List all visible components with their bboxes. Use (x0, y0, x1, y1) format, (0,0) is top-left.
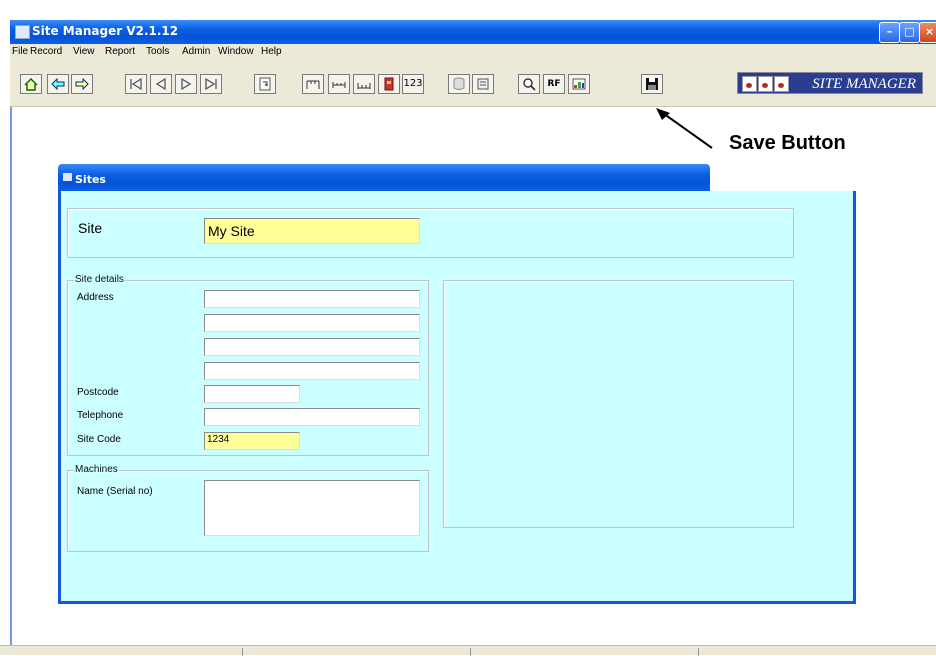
address-line-3-field[interactable] (204, 338, 420, 356)
machines-label: Name (Serial no) (77, 486, 153, 497)
annotation-label: Save Button (729, 132, 846, 154)
sites-window-titlebar[interactable]: Sites (58, 164, 710, 191)
site-code-label: Site Code (77, 434, 121, 445)
detail-panel (443, 280, 794, 528)
cherry-icon (742, 76, 757, 92)
site-details-legend: Site details (74, 274, 125, 285)
chart-icon[interactable] (568, 74, 590, 94)
last-record-icon[interactable] (200, 74, 222, 94)
next-record-icon[interactable] (175, 74, 197, 94)
telephone-field[interactable] (204, 408, 420, 426)
database-icon[interactable] (448, 74, 470, 94)
app-titlebar[interactable]: Site Manager V2.1.12 – □ × (10, 20, 936, 44)
minimize-icon[interactable]: – (879, 22, 900, 43)
home-icon[interactable] (20, 74, 42, 94)
maximize-icon[interactable]: □ (899, 22, 920, 43)
first-record-icon[interactable] (125, 74, 147, 94)
search-icon[interactable] (518, 74, 540, 94)
address-line-4-field[interactable] (204, 362, 420, 380)
site-group (67, 208, 794, 258)
save-icon[interactable] (641, 74, 663, 94)
window-icon (63, 173, 72, 181)
site-label: Site (78, 220, 103, 236)
book-icon[interactable] (378, 74, 400, 94)
cherry-icon (774, 76, 789, 92)
menu-tools[interactable]: Tools (146, 46, 169, 57)
mdi-border (10, 107, 12, 645)
site-code-field[interactable]: 1234 (204, 432, 300, 450)
menu-help[interactable]: Help (261, 46, 282, 57)
rule-icon-3[interactable] (353, 74, 375, 94)
postcode-field[interactable] (204, 385, 300, 403)
annotation-arrow (656, 108, 713, 149)
numbers-icon[interactable]: 123 (402, 74, 424, 94)
sites-window-title: Sites (75, 173, 106, 186)
previous-record-icon[interactable] (150, 74, 172, 94)
address-line-1-field[interactable] (204, 290, 420, 308)
address-line-2-field[interactable] (204, 314, 420, 332)
back-icon[interactable] (47, 74, 69, 94)
menu-window[interactable]: Window (218, 46, 254, 57)
address-label: Address (77, 292, 114, 303)
menu-report[interactable]: Report (105, 46, 135, 57)
notes-icon[interactable] (472, 74, 494, 94)
menu-view[interactable]: View (73, 46, 95, 57)
postcode-label: Postcode (77, 387, 119, 398)
forward-icon[interactable] (71, 74, 93, 94)
machines-legend: Machines (74, 464, 119, 475)
menu-admin[interactable]: Admin (182, 46, 210, 57)
rule-icon-2[interactable] (328, 74, 350, 94)
site-name-field[interactable]: My Site (204, 218, 420, 244)
menu-file[interactable]: File (12, 46, 28, 57)
app-icon (15, 25, 30, 39)
telephone-label: Telephone (77, 410, 124, 421)
status-bar (0, 645, 936, 656)
menu-record[interactable]: Record (30, 46, 62, 57)
brand-text: SITE MANAGER (812, 76, 916, 92)
menu-bar: File Record View Report Tools Admin Wind… (10, 44, 936, 61)
cherry-icon (758, 76, 773, 92)
rf-icon[interactable]: RF (543, 74, 565, 94)
rule-icon-1[interactable] (302, 74, 324, 94)
close-icon[interactable]: × (919, 22, 936, 43)
refresh-icon[interactable] (254, 74, 276, 94)
machines-list[interactable] (204, 480, 420, 536)
app-title: Site Manager V2.1.12 (32, 24, 179, 38)
brand-logo: SITE MANAGER (737, 72, 923, 94)
